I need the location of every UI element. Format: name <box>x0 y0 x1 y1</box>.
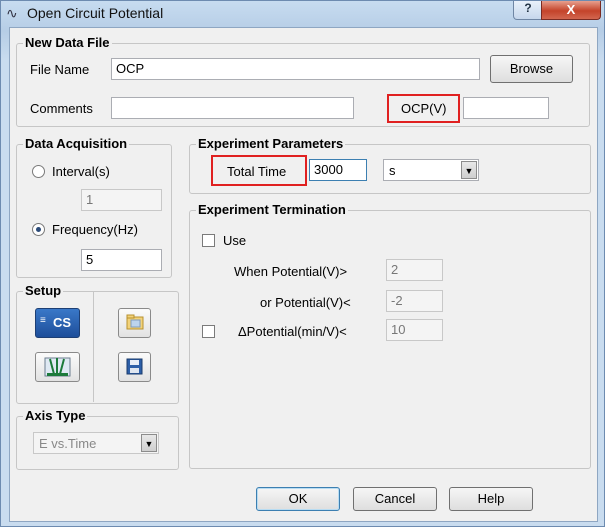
total-time-input[interactable]: 3000 <box>309 159 367 181</box>
help-button[interactable]: Help <box>449 487 533 511</box>
close-icon: X <box>566 2 576 17</box>
when-potential-input[interactable]: 2 <box>386 259 443 281</box>
time-unit-value: s <box>389 163 396 178</box>
data-acquisition-title: Data Acquisition <box>23 136 130 151</box>
frequency-label: Frequency(Hz) <box>52 222 138 237</box>
setup-divider <box>93 291 94 402</box>
cs-device-button[interactable]: ≡ CS <box>35 308 80 338</box>
delta-potential-input[interactable]: 10 <box>386 319 443 341</box>
file-name-label: File Name <box>30 62 90 77</box>
comments-label: Comments <box>30 101 93 116</box>
window-title: Open Circuit Potential <box>27 5 164 21</box>
open-file-button[interactable] <box>118 308 151 338</box>
close-button[interactable]: X <box>541 1 601 20</box>
cancel-button[interactable]: Cancel <box>353 487 437 511</box>
interval-label: Interval(s) <box>52 164 110 179</box>
dialog-window: ∿ Open Circuit Potential ? X New Data Fi… <box>0 0 605 527</box>
question-icon: ? <box>524 1 532 15</box>
frequency-radio[interactable] <box>32 223 45 236</box>
use-label: Use <box>223 233 247 248</box>
new-data-file-title: New Data File <box>23 35 112 50</box>
electrode-icon <box>44 357 71 377</box>
sine-wave-icon: ∿ <box>6 5 18 21</box>
ocp-input[interactable] <box>463 97 549 119</box>
comments-input[interactable] <box>111 97 354 119</box>
interval-input[interactable]: 1 <box>81 189 162 211</box>
ok-button[interactable]: OK <box>256 487 340 511</box>
save-disk-icon <box>126 358 143 375</box>
cs-icon-label: CS <box>53 315 72 330</box>
electrode-button[interactable] <box>35 352 80 382</box>
interval-radio[interactable] <box>32 165 45 178</box>
delta-potential-checkbox[interactable] <box>202 325 215 338</box>
experiment-termination-title: Experiment Termination <box>196 202 348 217</box>
use-checkbox[interactable] <box>202 234 215 247</box>
frequency-input[interactable]: 5 <box>81 249 162 271</box>
when-potential-label: When Potential(V)> <box>234 264 348 279</box>
data-acquisition-group: Data Acquisition Interval(s) 1 Frequency… <box>16 136 172 278</box>
setup-title: Setup <box>23 283 64 298</box>
or-potential-label: or Potential(V)< <box>260 295 351 310</box>
chevron-down-icon: ▼ <box>141 434 157 452</box>
folder-open-icon <box>126 314 144 330</box>
or-potential-input[interactable]: -2 <box>386 290 443 312</box>
axis-type-title: Axis Type <box>23 408 88 423</box>
dialog-body: New Data File File Name OCP Browse Comme… <box>9 27 598 522</box>
browse-button[interactable]: Browse <box>490 55 573 83</box>
delta-potential-label: ΔPotential(min/V)< <box>238 324 347 339</box>
title-help-button[interactable]: ? <box>513 1 543 20</box>
experiment-termination-group: Experiment Termination Use When Potentia… <box>189 202 591 469</box>
ocp-highlight-box <box>387 94 460 123</box>
time-unit-select[interactable]: s ▼ <box>383 159 479 181</box>
file-name-input[interactable]: OCP <box>111 58 480 80</box>
axis-type-select[interactable]: E vs.Time ▼ <box>33 432 159 454</box>
lines-icon: ≡ <box>40 315 46 326</box>
save-button[interactable] <box>118 352 151 382</box>
total-time-highlight-box <box>211 155 307 186</box>
axis-type-group: Axis Type E vs.Time ▼ <box>16 408 179 470</box>
experiment-parameters-title: Experiment Parameters <box>196 136 346 151</box>
title-bar[interactable]: ∿ Open Circuit Potential ? X <box>1 1 604 27</box>
axis-type-value: E vs.Time <box>39 436 97 451</box>
setup-group: Setup ≡ CS <box>16 283 179 404</box>
new-data-file-group: New Data File File Name OCP Browse Comme… <box>16 35 590 127</box>
chevron-down-icon: ▼ <box>461 161 477 179</box>
